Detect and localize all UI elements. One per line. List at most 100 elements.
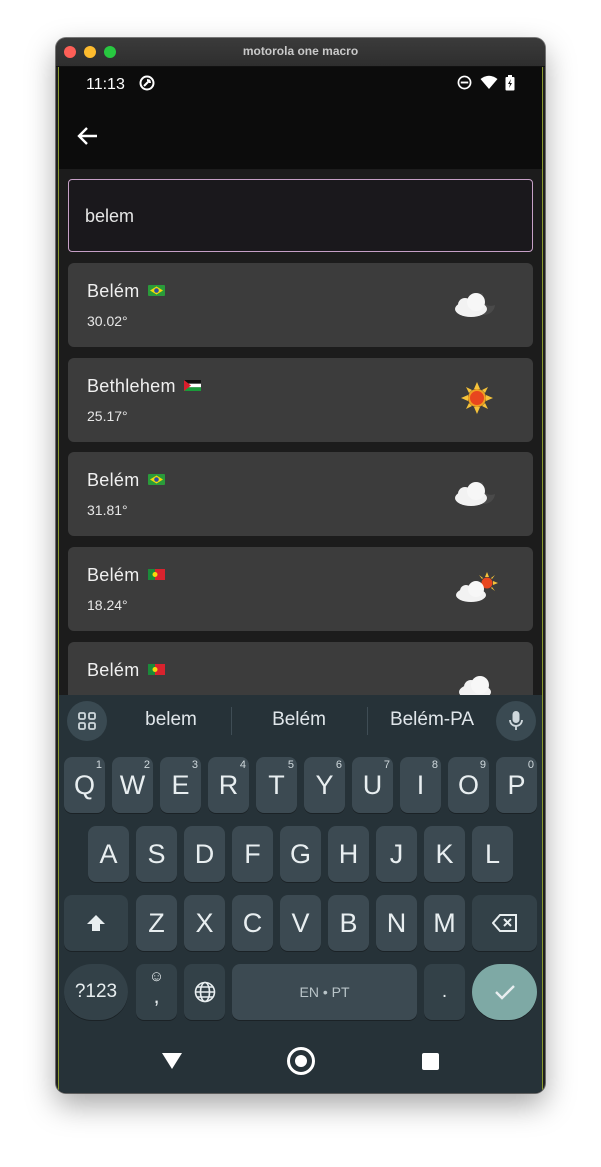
result-city: Belém [87, 660, 165, 681]
key-i[interactable]: I8 [400, 757, 441, 813]
cloudy-icon [449, 662, 505, 695]
sunny-icon [449, 378, 505, 418]
window-titlebar: motorola one macro [56, 38, 545, 67]
battery-charging-icon [505, 75, 515, 95]
key-label: T [268, 770, 285, 800]
key-k[interactable]: K [424, 826, 465, 882]
key-w[interactable]: W2 [112, 757, 153, 813]
result-temperature: 18.24° [87, 597, 128, 613]
period-key[interactable]: . [424, 964, 465, 1020]
key-hint: 6 [335, 759, 342, 771]
result-card[interactable]: Belém 30.02° [68, 263, 533, 347]
key-r[interactable]: R4 [208, 757, 249, 813]
comma-label: , [153, 983, 160, 1008]
phone-screen: 11:13 Belém 30.0 [58, 67, 543, 1093]
result-card[interactable]: Belém 31.81° [68, 452, 533, 536]
key-hint: 7 [383, 759, 390, 771]
result-city: Bethlehem [87, 376, 201, 397]
key-hint: 9 [479, 759, 486, 771]
key-label: O [457, 770, 479, 800]
search-results-panel: Belém 30.02° Bethlehem 25.17° Belém 31.8… [59, 169, 542, 695]
partly-cloudy-night-icon [449, 472, 505, 512]
key-g[interactable]: G [280, 826, 321, 882]
suggestion-3[interactable]: Belém-PA [377, 709, 487, 731]
key-label: R [218, 770, 239, 800]
key-hint: 8 [431, 759, 438, 771]
enter-key[interactable] [472, 964, 537, 1020]
key-label: Y [315, 770, 334, 800]
key-e[interactable]: E3 [160, 757, 201, 813]
backspace-key[interactable] [472, 895, 537, 951]
key-a[interactable]: A [88, 826, 129, 882]
key-hint: 2 [143, 759, 150, 771]
nav-home-icon[interactable] [287, 1047, 315, 1075]
key-label: U [362, 770, 383, 800]
key-t[interactable]: T5 [256, 757, 297, 813]
wifi-icon [480, 75, 498, 94]
microphone-icon[interactable] [496, 701, 536, 741]
key-label: Q [73, 770, 95, 800]
nav-back-icon[interactable] [162, 1053, 182, 1069]
suggestion-divider [231, 707, 232, 735]
key-hint: 3 [191, 759, 198, 771]
key-y[interactable]: Y6 [304, 757, 345, 813]
data-saver-icon [139, 75, 155, 95]
window-title: motorola one macro [242, 44, 359, 58]
key-b[interactable]: B [328, 895, 369, 951]
key-l[interactable]: L [472, 826, 513, 882]
symbols-key[interactable]: ?123 [64, 964, 128, 1020]
city-search-field[interactable] [68, 179, 533, 252]
globe-icon[interactable] [184, 964, 225, 1020]
result-card[interactable]: Belém [68, 642, 533, 695]
back-arrow-icon[interactable] [77, 121, 107, 151]
palestine-flag-icon [183, 380, 201, 391]
key-c[interactable]: C [232, 895, 273, 951]
key-label: P [507, 770, 526, 800]
result-temperature: 30.02° [87, 313, 128, 329]
key-d[interactable]: D [184, 826, 225, 882]
suggestion-strip: belem Belém Belém-PA [59, 695, 542, 747]
key-u[interactable]: U7 [352, 757, 393, 813]
key-o[interactable]: O9 [448, 757, 489, 813]
on-screen-keyboard: belem Belém Belém-PA Q1 W2 E3 R4 T5 Y6 U… [59, 695, 542, 1093]
suggestion-2[interactable]: Belém [249, 709, 349, 731]
key-j[interactable]: J [376, 826, 417, 882]
brazil-flag-icon [147, 285, 165, 296]
key-n[interactable]: N [376, 895, 417, 951]
city-search-input[interactable] [83, 202, 507, 230]
keyboard-apps-button[interactable] [67, 701, 107, 741]
emulator-window: motorola one macro 11:13 belem Belém 30.… [56, 38, 545, 1093]
key-q[interactable]: Q1 [64, 757, 105, 813]
result-city: Belém [87, 470, 165, 491]
key-h[interactable]: H [328, 826, 369, 882]
key-hint: 4 [239, 759, 246, 771]
partly-sunny-icon [449, 567, 505, 607]
suggestion-divider [367, 707, 368, 735]
suggestion-1[interactable]: belem [121, 709, 221, 731]
key-label: W [119, 770, 146, 800]
key-v[interactable]: V [280, 895, 321, 951]
result-city-name: Belém [87, 565, 140, 585]
result-city-name: Belém [87, 281, 140, 301]
key-hint: 5 [287, 759, 294, 771]
key-f[interactable]: F [232, 826, 273, 882]
result-city: Belém [87, 565, 165, 586]
result-temperature: 25.17° [87, 408, 128, 424]
key-s[interactable]: S [136, 826, 177, 882]
shift-key[interactable] [64, 895, 128, 951]
nav-recents-icon[interactable] [422, 1053, 439, 1070]
key-label: E [171, 770, 190, 800]
key-hint: 1 [95, 759, 102, 771]
key-p[interactable]: P0 [496, 757, 537, 813]
result-city-name: Belém [87, 470, 140, 490]
key-x[interactable]: X [184, 895, 225, 951]
result-city-name: Belém [87, 660, 140, 680]
partly-cloudy-night-icon [449, 283, 505, 323]
result-card[interactable]: Bethlehem 25.17° [68, 358, 533, 442]
key-m[interactable]: M [424, 895, 465, 951]
space-key[interactable]: EN • PT [232, 964, 417, 1020]
emoji-comma-key[interactable]: ☺ , [136, 964, 177, 1020]
key-z[interactable]: Z [136, 895, 177, 951]
brazil-flag-icon [147, 474, 165, 485]
result-card[interactable]: Belém 18.24° [68, 547, 533, 631]
